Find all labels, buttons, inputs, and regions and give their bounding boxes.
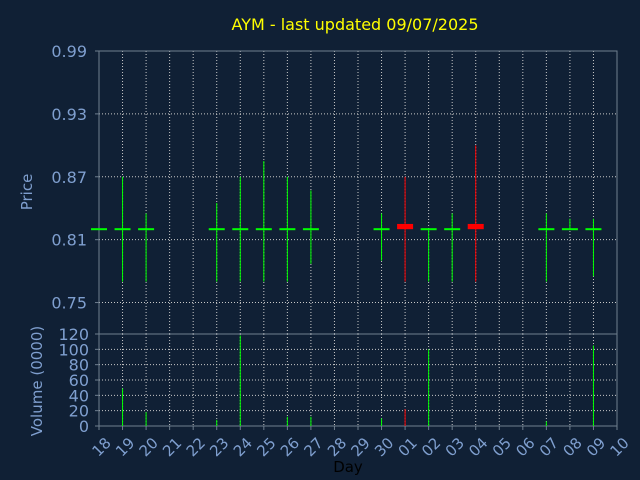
x-tick-label: 19 [112, 434, 138, 460]
candle [302, 190, 319, 264]
x-tick-label: 27 [300, 434, 326, 460]
volume-tick-label: 0 [79, 417, 89, 436]
candle [538, 213, 555, 282]
candle-body [444, 228, 461, 231]
x-axis: 1819202122232425262728293001020304050607… [89, 426, 633, 460]
price-tick-label: 0.99 [51, 42, 87, 61]
candle-body [208, 228, 225, 231]
x-tick-label: 05 [489, 434, 515, 460]
candle [255, 161, 272, 282]
volume-panel: 120100806040200 [58, 325, 618, 436]
x-tick-label: 20 [136, 434, 162, 460]
candle-body [561, 228, 578, 231]
x-tick-label: 03 [442, 434, 468, 460]
candle-body [585, 228, 602, 231]
chart-title: AYM - last updated 09/07/2025 [231, 15, 478, 34]
x-tick-label: 28 [324, 434, 350, 460]
x-tick-label: 10 [607, 434, 633, 460]
price-axis-label: Price [18, 174, 36, 211]
x-axis-label: Day [333, 458, 363, 476]
x-tick-label: 21 [159, 434, 185, 460]
candle-body [467, 223, 484, 230]
price-grid [98, 50, 618, 334]
candle [279, 176, 296, 282]
candle [91, 228, 107, 231]
candle-body [397, 223, 414, 230]
candle [397, 176, 414, 282]
candle-body [91, 228, 107, 231]
candle [373, 213, 390, 261]
volume-grid [98, 333, 618, 427]
x-tick-label: 02 [418, 434, 444, 460]
x-tick-label: 18 [89, 434, 115, 460]
price-tick-label: 0.87 [51, 168, 87, 187]
x-tick-label: 04 [465, 434, 491, 460]
price-tick-label: 0.81 [51, 231, 87, 250]
candle-body [138, 228, 155, 231]
candle-body [114, 228, 131, 231]
x-tick-label: 07 [536, 434, 562, 460]
x-tick-label: 29 [348, 434, 374, 460]
x-tick-label: 06 [512, 434, 538, 460]
candle [444, 213, 461, 282]
candle [561, 218, 578, 231]
candle [467, 145, 484, 282]
candle [232, 176, 249, 282]
x-tick-label: 01 [395, 434, 421, 460]
candle [208, 202, 225, 282]
price-volume-chart: AYM - last updated 09/07/2025 0.990.930.… [18, 15, 633, 476]
candle-body [255, 228, 272, 231]
x-tick-label: 09 [583, 434, 609, 460]
candle-body [420, 228, 437, 231]
candle-body [373, 228, 390, 231]
candle [420, 228, 437, 282]
price-panel: 0.99 0.93 0.87 0.81 0.75 [51, 42, 618, 335]
candle-body [302, 228, 319, 231]
price-tick-label: 0.75 [51, 294, 87, 313]
candle [138, 213, 155, 282]
price-tick-label: 0.93 [51, 105, 87, 124]
candle [585, 218, 602, 277]
candle-body [279, 228, 296, 231]
volume-axis-label: Volume (0000) [28, 326, 46, 436]
candle-body [538, 228, 555, 231]
x-tick-label: 25 [253, 434, 279, 460]
x-tick-label: 22 [183, 434, 209, 460]
x-tick-label: 26 [277, 434, 303, 460]
candle-body [232, 228, 249, 231]
x-tick-label: 23 [206, 434, 232, 460]
x-tick-label: 08 [559, 434, 585, 460]
x-tick-label: 30 [371, 434, 397, 460]
x-tick-label: 24 [230, 434, 256, 460]
candle [114, 176, 131, 282]
